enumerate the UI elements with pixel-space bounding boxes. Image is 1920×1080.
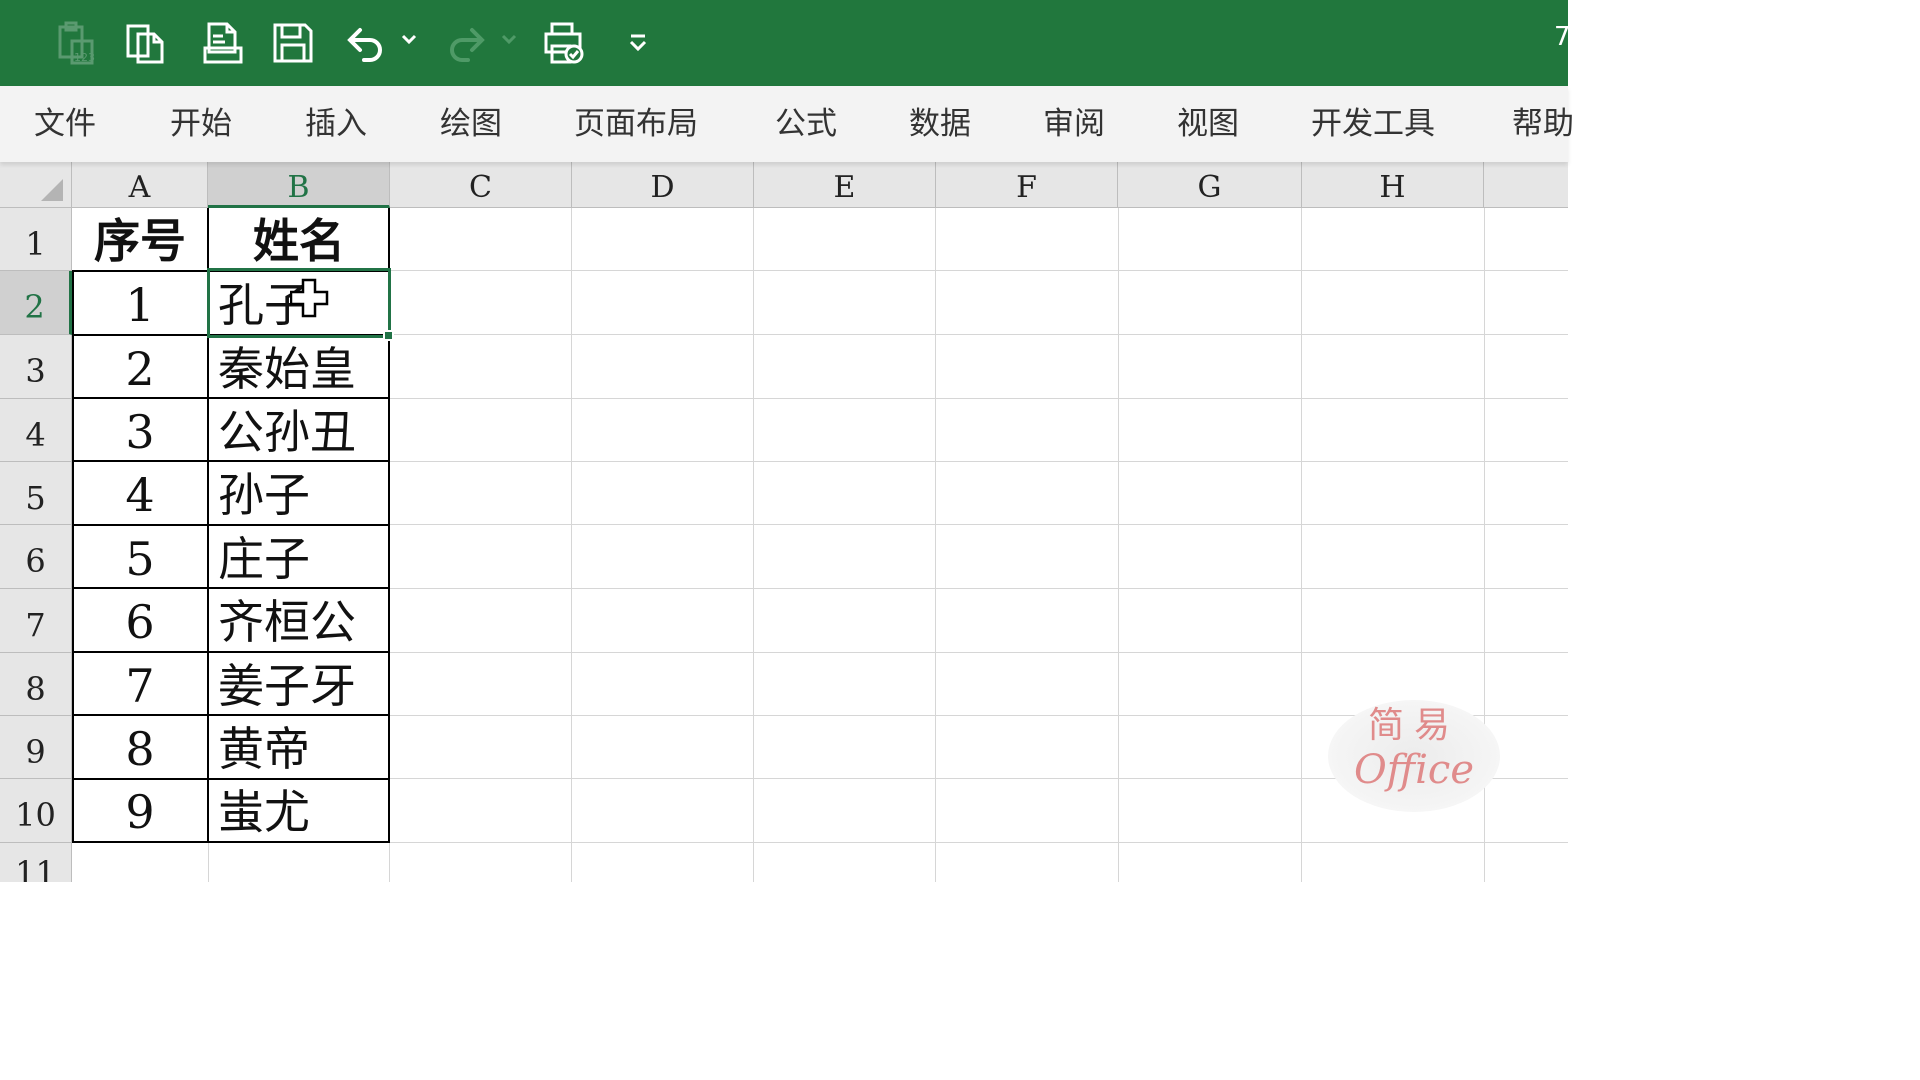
- tab-formulas[interactable]: 公式: [775, 106, 837, 142]
- cell-b7[interactable]: 齐桓公: [208, 591, 390, 653]
- column-header-a[interactable]: A: [72, 162, 208, 208]
- cell-a7[interactable]: 6: [72, 591, 208, 653]
- column-header-i[interactable]: [1484, 162, 1568, 208]
- tab-insert[interactable]: 插入: [305, 106, 367, 142]
- column-header-h[interactable]: H: [1302, 162, 1484, 208]
- column-header-d[interactable]: D: [572, 162, 754, 208]
- cell-a9[interactable]: 8: [72, 718, 208, 780]
- watermark-line1: 简易: [1367, 705, 1460, 746]
- tab-developer[interactable]: 开发工具: [1311, 106, 1435, 142]
- save-icon[interactable]: [268, 18, 318, 68]
- row-header-6[interactable]: 6: [0, 525, 72, 589]
- title-text-fragment: 7: [1554, 22, 1568, 52]
- cell-a2[interactable]: 1: [72, 274, 208, 336]
- column-header-b[interactable]: B: [208, 162, 390, 208]
- spreadsheet-grid[interactable]: A B C D E F G H 1 2 3 4 5 6 7 8 9 10 11 …: [0, 162, 1568, 882]
- cell-b1[interactable]: 姓名: [208, 210, 390, 272]
- svg-text:123: 123: [74, 51, 95, 64]
- column-header-f[interactable]: F: [936, 162, 1118, 208]
- cell-b6[interactable]: 庄子: [208, 528, 390, 590]
- tab-view[interactable]: 视图: [1177, 106, 1239, 142]
- redo-icon[interactable]: [442, 18, 492, 68]
- tab-help[interactable]: 帮助: [1512, 106, 1574, 142]
- quick-access-toolbar: 123 7: [0, 0, 1568, 86]
- cell-b5[interactable]: 孙子: [208, 464, 390, 526]
- cell-a6[interactable]: 5: [72, 528, 208, 590]
- copy-icon[interactable]: [120, 18, 170, 68]
- tab-file[interactable]: 文件: [34, 106, 96, 142]
- cell-a4[interactable]: 3: [72, 401, 208, 463]
- row-header-3[interactable]: 3: [0, 335, 72, 399]
- ribbon-tab-bar: 文件 开始 插入 绘图 页面布局 公式 数据 审阅 视图 开发工具 帮助: [0, 86, 1574, 162]
- cell-a10[interactable]: 9: [72, 781, 208, 843]
- cell-a1[interactable]: 序号: [72, 210, 208, 272]
- print-preview-icon[interactable]: [198, 18, 248, 68]
- watermark-line2: Office: [1354, 747, 1474, 793]
- tab-home[interactable]: 开始: [170, 106, 232, 142]
- row-header-4[interactable]: 4: [0, 399, 72, 462]
- customize-qat-icon[interactable]: [620, 18, 656, 68]
- paste-values-icon[interactable]: 123: [50, 18, 100, 68]
- select-all-button[interactable]: [0, 162, 72, 208]
- fill-handle[interactable]: [383, 330, 394, 341]
- undo-dropdown-icon[interactable]: [400, 30, 418, 52]
- redo-dropdown-icon[interactable]: [500, 30, 518, 52]
- table-border: [72, 270, 390, 272]
- column-header-e[interactable]: E: [754, 162, 936, 208]
- tab-page-layout[interactable]: 页面布局: [574, 106, 698, 142]
- column-header-g[interactable]: G: [1118, 162, 1302, 208]
- row-header-7[interactable]: 7: [0, 589, 72, 653]
- row-header-2[interactable]: 2: [0, 271, 72, 335]
- watermark-logo: 简易 Office: [1328, 700, 1500, 812]
- column-header-c[interactable]: C: [390, 162, 572, 208]
- cell-b8[interactable]: 姜子牙: [208, 655, 390, 717]
- row-header-1[interactable]: 1: [0, 208, 72, 271]
- row-header-8[interactable]: 8: [0, 653, 72, 716]
- row-header-5[interactable]: 5: [0, 462, 72, 525]
- row-header-10[interactable]: 10: [0, 779, 72, 843]
- row-header-11[interactable]: 11: [0, 843, 72, 882]
- cell-a8[interactable]: 7: [72, 655, 208, 717]
- cell-a3[interactable]: 2: [72, 338, 208, 400]
- cross-cursor-icon: [289, 278, 330, 324]
- cell-b10[interactable]: 蚩尤: [208, 781, 390, 843]
- cell-a5[interactable]: 4: [72, 464, 208, 526]
- cell-b3[interactable]: 秦始皇: [208, 338, 390, 400]
- row-header-9[interactable]: 9: [0, 716, 72, 779]
- tab-data[interactable]: 数据: [909, 106, 971, 142]
- cell-b9[interactable]: 黄帝: [208, 718, 390, 780]
- quick-print-icon[interactable]: [538, 18, 592, 68]
- cell-b4[interactable]: 公孙丑: [208, 401, 390, 463]
- tab-draw[interactable]: 绘图: [440, 106, 502, 142]
- undo-icon[interactable]: [340, 18, 390, 68]
- tab-review[interactable]: 审阅: [1043, 106, 1105, 142]
